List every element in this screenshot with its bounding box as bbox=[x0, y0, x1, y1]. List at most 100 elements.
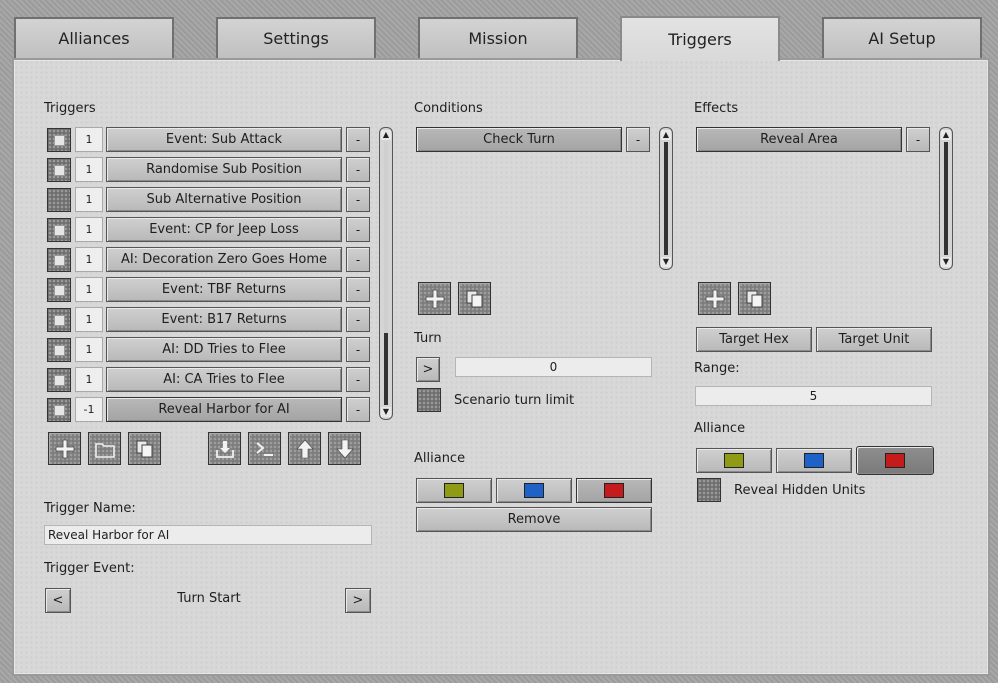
scroll-up-icon[interactable]: ▲ bbox=[941, 130, 951, 140]
trigger-enabled-checkbox[interactable] bbox=[47, 338, 71, 362]
trigger-enabled-checkbox[interactable] bbox=[47, 218, 71, 242]
trigger-item[interactable]: Event: TBF Returns bbox=[106, 277, 342, 302]
trigger-count[interactable]: 1 bbox=[75, 277, 103, 302]
minus-icon: - bbox=[915, 132, 921, 147]
arrow-up-icon bbox=[295, 439, 314, 458]
tab-alliances[interactable]: Alliances bbox=[14, 17, 174, 58]
effect-item[interactable]: Reveal Area bbox=[696, 127, 902, 152]
trigger-enabled-checkbox[interactable] bbox=[47, 368, 71, 392]
scroll-up-icon[interactable]: ▲ bbox=[661, 130, 671, 140]
trigger-count[interactable]: 1 bbox=[75, 217, 103, 242]
event-prev-button[interactable]: < bbox=[45, 588, 71, 613]
trigger-item[interactable]: AI: CA Tries to Flee bbox=[106, 367, 342, 392]
add-condition-button[interactable] bbox=[418, 282, 451, 315]
trigger-item[interactable]: Reveal Harbor for AI bbox=[106, 397, 342, 422]
minus-icon: - bbox=[355, 252, 361, 267]
remove-trigger-button[interactable]: - bbox=[346, 277, 370, 302]
tab-label: Mission bbox=[468, 29, 528, 48]
trigger-enabled-checkbox[interactable] bbox=[47, 278, 71, 302]
import-button[interactable] bbox=[208, 432, 241, 465]
console-button[interactable] bbox=[248, 432, 281, 465]
effects-scrollbar[interactable]: ▲ ▼ bbox=[939, 127, 953, 270]
remove-effect-button[interactable]: - bbox=[906, 127, 930, 152]
trigger-count[interactable]: -1 bbox=[75, 397, 103, 422]
remove-trigger-button[interactable]: - bbox=[346, 397, 370, 422]
tab-mission[interactable]: Mission bbox=[418, 17, 578, 58]
copy-effect-button[interactable] bbox=[738, 282, 771, 315]
tab-settings[interactable]: Settings bbox=[216, 17, 376, 58]
trigger-count[interactable]: 1 bbox=[75, 247, 103, 272]
remove-trigger-button[interactable]: - bbox=[346, 127, 370, 152]
trigger-name-input[interactable]: Reveal Harbor for AI bbox=[44, 525, 372, 545]
remove-trigger-button[interactable]: - bbox=[346, 157, 370, 182]
trigger-item[interactable]: Event: Sub Attack bbox=[106, 127, 342, 152]
trigger-enabled-checkbox[interactable] bbox=[47, 308, 71, 332]
tab-ai-setup[interactable]: AI Setup bbox=[822, 17, 982, 58]
copy-trigger-button[interactable] bbox=[128, 432, 161, 465]
condition-alliance-2-button[interactable] bbox=[496, 478, 572, 503]
scroll-up-icon[interactable]: ▲ bbox=[381, 130, 391, 140]
remove-trigger-button[interactable]: - bbox=[346, 307, 370, 332]
trigger-item-label: AI: Decoration Zero Goes Home bbox=[120, 252, 328, 267]
turn-operator-button[interactable]: > bbox=[416, 357, 440, 382]
target-hex-button[interactable]: Target Hex bbox=[696, 327, 812, 352]
trigger-item[interactable]: Event: CP for Jeep Loss bbox=[106, 217, 342, 242]
trigger-count[interactable]: 1 bbox=[75, 367, 103, 392]
add-trigger-button[interactable] bbox=[48, 432, 81, 465]
trigger-item[interactable]: Sub Alternative Position bbox=[106, 187, 342, 212]
plus-icon bbox=[55, 439, 74, 458]
scroll-thumb[interactable] bbox=[664, 142, 668, 255]
scenario-turn-limit-checkbox[interactable] bbox=[417, 388, 441, 412]
target-unit-button[interactable]: Target Unit bbox=[816, 327, 932, 352]
event-next-button[interactable]: > bbox=[345, 588, 371, 613]
triggers-scrollbar[interactable]: ▲ ▼ bbox=[379, 127, 393, 420]
remove-trigger-button[interactable]: - bbox=[346, 367, 370, 392]
trigger-count[interactable]: 1 bbox=[75, 337, 103, 362]
add-effect-button[interactable] bbox=[698, 282, 731, 315]
scroll-down-icon[interactable]: ▼ bbox=[941, 257, 951, 267]
turn-label: Turn bbox=[414, 331, 442, 346]
remove-trigger-button[interactable]: - bbox=[346, 247, 370, 272]
trigger-count[interactable]: 1 bbox=[75, 187, 103, 212]
terminal-icon bbox=[255, 441, 273, 456]
scroll-thumb[interactable] bbox=[384, 333, 388, 405]
effect-alliance-2-button[interactable] bbox=[776, 448, 852, 473]
remove-trigger-button[interactable]: - bbox=[346, 337, 370, 362]
trigger-enabled-checkbox[interactable] bbox=[47, 398, 71, 422]
reveal-hidden-units-checkbox[interactable] bbox=[697, 478, 721, 502]
trigger-enabled-checkbox[interactable] bbox=[47, 128, 71, 152]
open-folder-button[interactable] bbox=[88, 432, 121, 465]
move-down-button[interactable] bbox=[328, 432, 361, 465]
condition-alliance-3-button[interactable] bbox=[576, 478, 652, 503]
remove-alliance-button[interactable]: Remove bbox=[416, 507, 652, 532]
trigger-item[interactable]: Randomise Sub Position bbox=[106, 157, 342, 182]
effect-alliance-3-button[interactable] bbox=[856, 446, 934, 475]
trigger-count[interactable]: 1 bbox=[75, 127, 103, 152]
trigger-event-label: Trigger Event: bbox=[44, 561, 135, 576]
remove-condition-button[interactable]: - bbox=[626, 127, 650, 152]
condition-alliance-1-button[interactable] bbox=[416, 478, 492, 503]
move-up-button[interactable] bbox=[288, 432, 321, 465]
copy-condition-button[interactable] bbox=[458, 282, 491, 315]
trigger-enabled-checkbox[interactable] bbox=[47, 248, 71, 272]
trigger-item-label: Randomise Sub Position bbox=[146, 162, 302, 177]
trigger-item[interactable]: AI: DD Tries to Flee bbox=[106, 337, 342, 362]
trigger-enabled-checkbox[interactable] bbox=[47, 158, 71, 182]
range-input[interactable]: 5 bbox=[695, 386, 932, 406]
trigger-count[interactable]: 1 bbox=[75, 307, 103, 332]
triggers-heading: Triggers bbox=[44, 101, 96, 116]
trigger-enabled-checkbox[interactable] bbox=[47, 188, 71, 212]
remove-trigger-button[interactable]: - bbox=[346, 187, 370, 212]
tab-triggers[interactable]: Triggers bbox=[620, 16, 780, 61]
remove-trigger-button[interactable]: - bbox=[346, 217, 370, 242]
turn-value-input[interactable]: 0 bbox=[455, 357, 652, 377]
scroll-down-icon[interactable]: ▼ bbox=[381, 407, 391, 417]
trigger-count[interactable]: 1 bbox=[75, 157, 103, 182]
trigger-item[interactable]: AI: Decoration Zero Goes Home bbox=[106, 247, 342, 272]
conditions-scrollbar[interactable]: ▲ ▼ bbox=[659, 127, 673, 270]
trigger-item[interactable]: Event: B17 Returns bbox=[106, 307, 342, 332]
effect-alliance-1-button[interactable] bbox=[696, 448, 772, 473]
condition-item[interactable]: Check Turn bbox=[416, 127, 622, 152]
scroll-down-icon[interactable]: ▼ bbox=[661, 257, 671, 267]
scroll-thumb[interactable] bbox=[944, 142, 948, 255]
